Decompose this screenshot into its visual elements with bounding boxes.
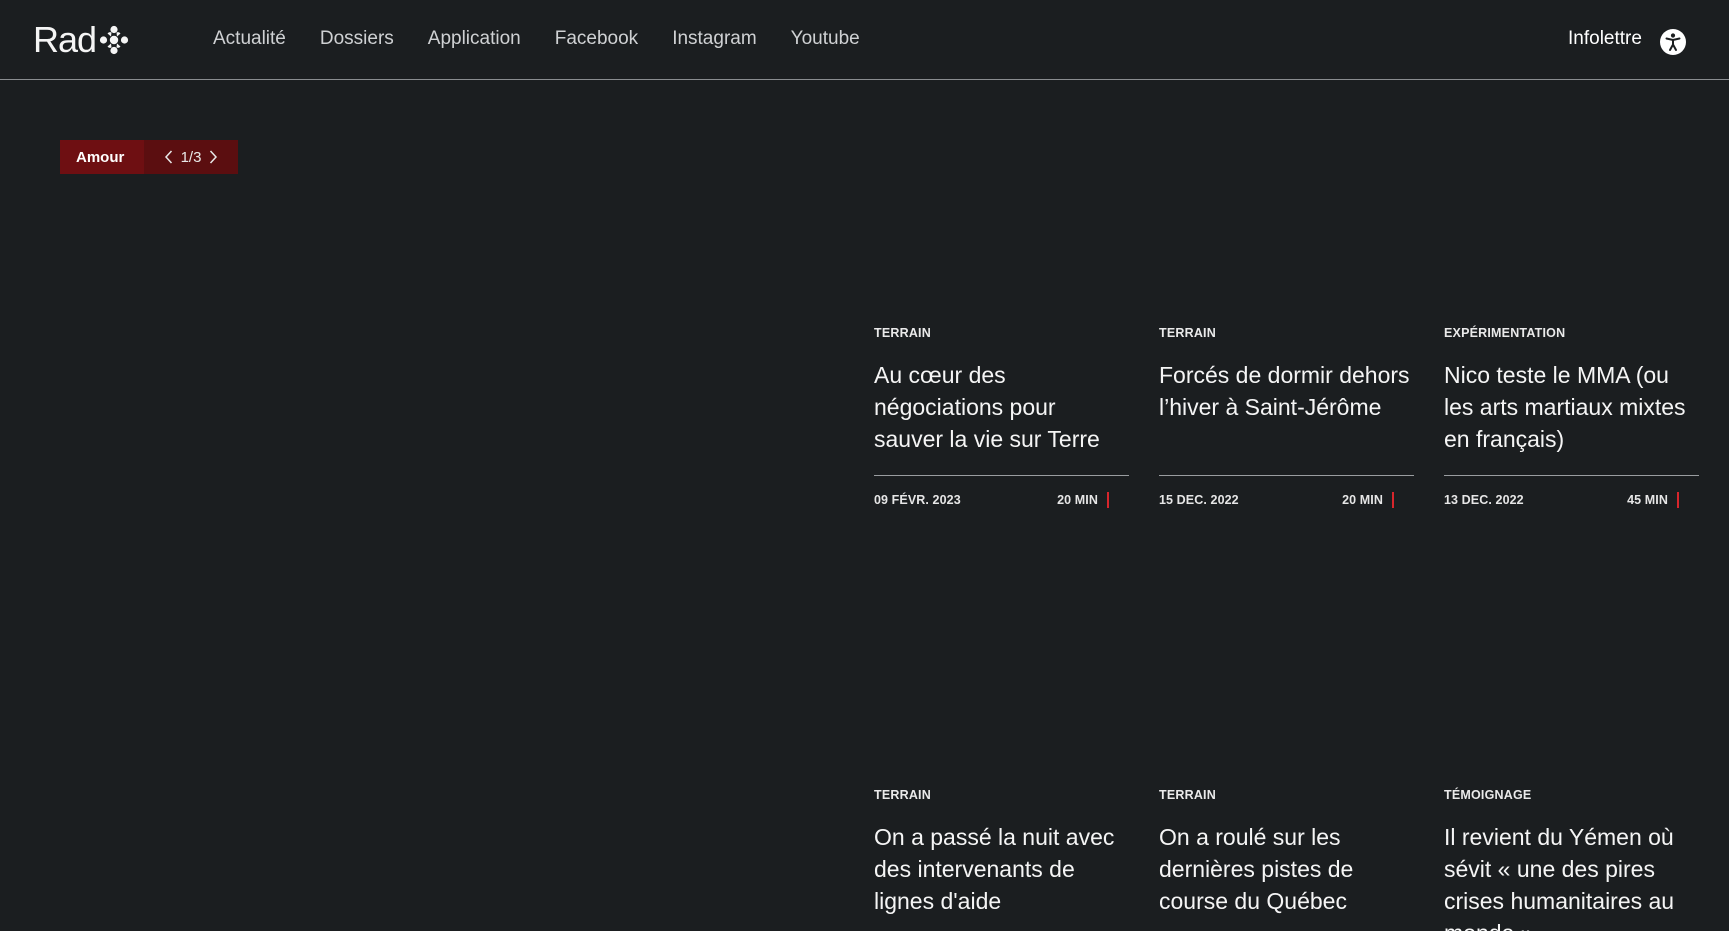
card-title[interactable]: Il revient du Yémen où sévit « une des p… bbox=[1444, 821, 1699, 931]
card-duration: 45 MIN bbox=[1627, 493, 1668, 507]
card-duration: 20 MIN bbox=[1342, 493, 1383, 507]
site-logo[interactable]: Rad bbox=[33, 20, 129, 60]
card-date: 13 DEC. 2022 bbox=[1444, 493, 1524, 507]
top-navigation-bar: Rad Actualité Dossiers Application Faceb… bbox=[0, 0, 1729, 80]
category-pager: 1/3 bbox=[144, 140, 238, 174]
category-pill: Amour 1/3 bbox=[60, 140, 238, 174]
card-title[interactable]: On a roulé sur les dernières pistes de c… bbox=[1159, 821, 1414, 917]
card-tag: TÉMOIGNAGE bbox=[1444, 788, 1532, 802]
gem-logo-icon bbox=[99, 25, 129, 55]
chevron-right-icon[interactable] bbox=[207, 149, 219, 165]
article-card[interactable]: TERRAIN On a passé la nuit avec des inte… bbox=[874, 787, 1129, 917]
accessibility-icon[interactable] bbox=[1660, 29, 1686, 55]
nav-item-actualite[interactable]: Actualité bbox=[213, 27, 286, 51]
nav-item-youtube[interactable]: Youtube bbox=[791, 27, 860, 51]
nav-item-instagram[interactable]: Instagram bbox=[672, 27, 756, 51]
card-duration: 20 MIN bbox=[1057, 493, 1098, 507]
article-card[interactable]: TÉMOIGNAGE Il revient du Yémen où sévit … bbox=[1444, 787, 1699, 931]
card-date: 15 DEC. 2022 bbox=[1159, 493, 1239, 507]
card-divider bbox=[1444, 475, 1699, 476]
card-title[interactable]: Forcés de dormir dehors l’hiver à Saint-… bbox=[1159, 359, 1414, 423]
nav-item-dossiers[interactable]: Dossiers bbox=[320, 27, 394, 51]
duration-accent-bar bbox=[1107, 492, 1109, 508]
article-card[interactable]: TERRAIN Forcés de dormir dehors l’hiver … bbox=[1159, 325, 1414, 515]
category-label[interactable]: Amour bbox=[60, 140, 144, 174]
article-card[interactable]: TERRAIN On a roulé sur les dernières pis… bbox=[1159, 787, 1414, 917]
logo-wordmark: Rad bbox=[33, 19, 97, 60]
duration-accent-bar bbox=[1392, 492, 1394, 508]
card-meta: 13 DEC. 2022 45 MIN bbox=[1444, 492, 1699, 508]
card-tag: TERRAIN bbox=[1159, 788, 1216, 802]
duration-accent-bar bbox=[1677, 492, 1679, 508]
card-tag: TERRAIN bbox=[874, 326, 931, 340]
card-meta: 09 FÉVR. 2023 20 MIN bbox=[874, 492, 1129, 508]
card-meta: 15 DEC. 2022 20 MIN bbox=[1159, 492, 1414, 508]
pager-count: 1/3 bbox=[180, 148, 202, 166]
article-card[interactable]: TERRAIN Au cœur des négociations pour sa… bbox=[874, 325, 1129, 515]
chevron-left-icon[interactable] bbox=[163, 149, 175, 165]
card-tag: EXPÉRIMENTATION bbox=[1444, 326, 1566, 340]
main-nav: Actualité Dossiers Application Facebook … bbox=[213, 27, 860, 51]
card-title[interactable]: Au cœur des négociations pour sauver la … bbox=[874, 359, 1129, 455]
card-title[interactable]: On a passé la nuit avec des intervenants… bbox=[874, 821, 1129, 917]
nav-item-application[interactable]: Application bbox=[428, 27, 521, 51]
card-date: 09 FÉVR. 2023 bbox=[874, 493, 961, 507]
card-tag: TERRAIN bbox=[1159, 326, 1216, 340]
card-tag: TERRAIN bbox=[874, 788, 931, 802]
article-card[interactable]: EXPÉRIMENTATION Nico teste le MMA (ou le… bbox=[1444, 325, 1699, 515]
newsletter-link[interactable]: Infolettre bbox=[1568, 27, 1642, 51]
card-title[interactable]: Nico teste le MMA (ou les arts martiaux … bbox=[1444, 359, 1699, 455]
nav-item-facebook[interactable]: Facebook bbox=[555, 27, 638, 51]
card-divider bbox=[874, 475, 1129, 476]
card-divider bbox=[1159, 475, 1414, 476]
